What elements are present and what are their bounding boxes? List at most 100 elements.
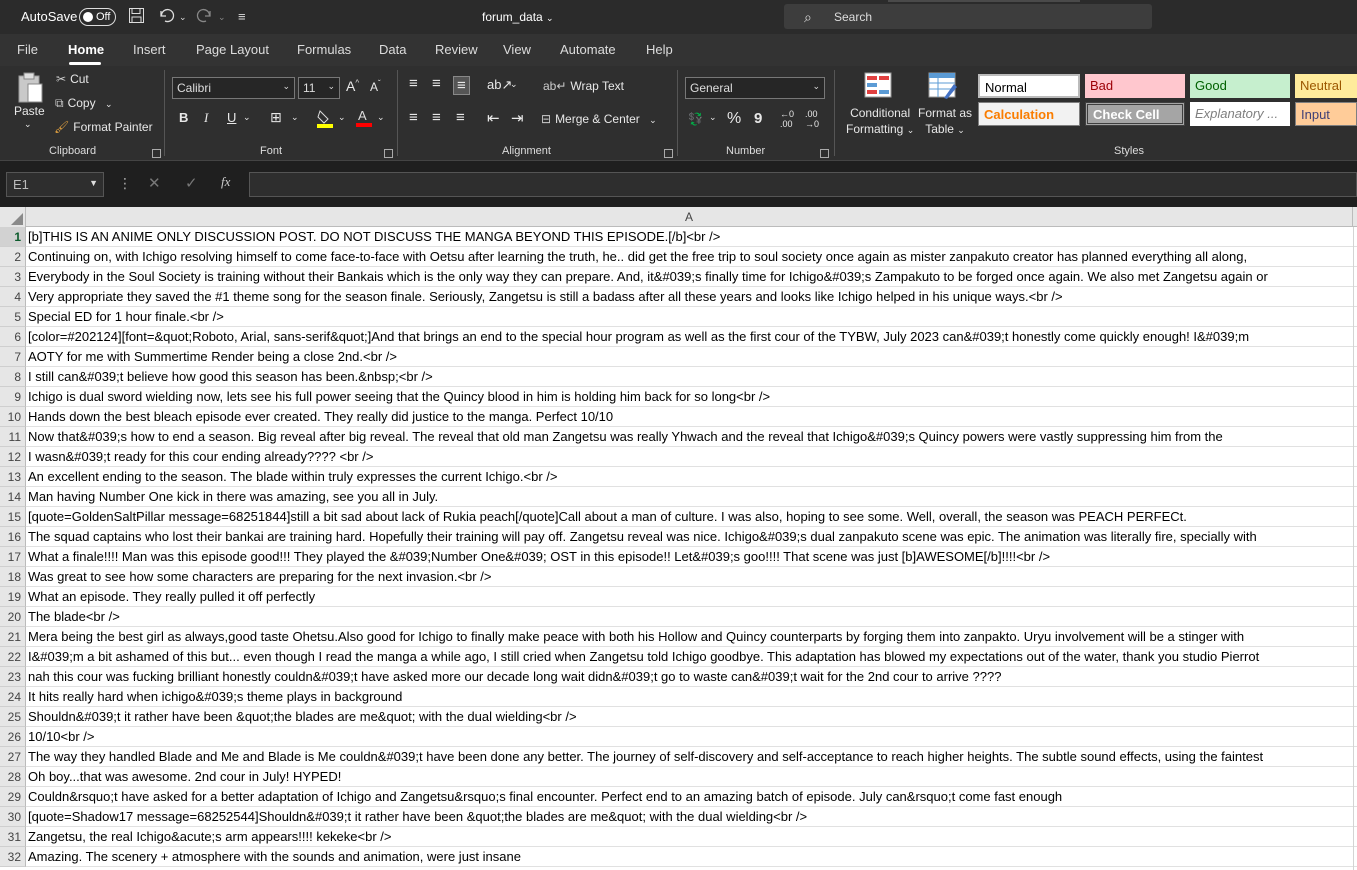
tab-file[interactable]: File	[17, 42, 38, 57]
style-input[interactable]: Input	[1295, 102, 1357, 126]
cell[interactable]: Now that&#039;s how to end a season. Big…	[28, 427, 1353, 447]
style-bad[interactable]: Bad	[1085, 74, 1185, 98]
row-number[interactable]: 10	[0, 407, 26, 427]
row-number[interactable]: 23	[0, 667, 26, 687]
borders-dropdown-icon[interactable]: ⌄	[291, 112, 299, 123]
cell[interactable]: Very appropriate they saved the #1 theme…	[28, 287, 1353, 307]
row-number[interactable]: 6	[0, 327, 26, 347]
row-number[interactable]: 30	[0, 807, 26, 827]
cell[interactable]: The squad captains who lost their bankai…	[28, 527, 1353, 547]
cell[interactable]: The way they handled Blade and Me and Bl…	[28, 747, 1353, 767]
search-box[interactable]: ⌕ Search	[784, 4, 1152, 29]
row-number[interactable]: 16	[0, 527, 26, 547]
fill-dropdown-icon[interactable]: ⌄	[338, 112, 346, 123]
row-number[interactable]: 15	[0, 507, 26, 527]
row-number[interactable]: 9	[0, 387, 26, 407]
merge-center-button[interactable]: ⊟ Merge & Center ⌄	[541, 112, 657, 126]
tab-insert[interactable]: Insert	[133, 42, 166, 57]
cell[interactable]: [b]THIS IS AN ANIME ONLY DISCUSSION POST…	[28, 227, 1353, 247]
font-launcher-icon[interactable]	[384, 149, 393, 158]
tab-page-layout[interactable]: Page Layout	[196, 42, 269, 57]
row-number[interactable]: 19	[0, 587, 26, 607]
name-box[interactable]: E1 ▼	[6, 172, 104, 197]
percent-button[interactable]: %	[727, 110, 741, 128]
decrease-decimal-icon[interactable]: .00 →0	[805, 109, 819, 129]
style-normal[interactable]: Normal	[978, 74, 1080, 98]
row-number[interactable]: 21	[0, 627, 26, 647]
increase-decimal-icon[interactable]: ←0.00	[780, 109, 794, 129]
more-options-icon[interactable]: ⋮	[118, 175, 132, 192]
cell[interactable]: 10/10<br />	[28, 727, 1353, 747]
number-launcher-icon[interactable]	[820, 149, 829, 158]
row-number[interactable]: 22	[0, 647, 26, 667]
cell[interactable]: Amazing. The scenery + atmosphere with t…	[28, 847, 1353, 867]
cell[interactable]: What a finale!!!! Man was this episode g…	[28, 547, 1353, 567]
increase-font-icon[interactable]: A^	[346, 78, 359, 94]
tab-view[interactable]: View	[503, 42, 531, 57]
row-number[interactable]: 4	[0, 287, 26, 307]
tab-formulas[interactable]: Formulas	[297, 42, 351, 57]
row-number[interactable]: 28	[0, 767, 26, 787]
select-all-button[interactable]	[0, 207, 26, 227]
cell[interactable]: [quote=Shadow17 message=68252544]Shouldn…	[28, 807, 1353, 827]
borders-icon[interactable]: ⊞	[270, 109, 282, 126]
tab-automate[interactable]: Automate	[560, 42, 616, 57]
cell[interactable]: I&#039;m a bit ashamed of this but... ev…	[28, 647, 1353, 667]
decrease-font-icon[interactable]: Aˇ	[370, 79, 381, 94]
conditional-formatting-button[interactable]: Conditional Formatting ⌄	[846, 105, 914, 138]
cell[interactable]: Special ED for 1 hour finale.<br />	[28, 307, 1353, 327]
save-icon[interactable]	[128, 7, 145, 29]
cell[interactable]: I still can&#039;t believe how good this…	[28, 367, 1353, 387]
font-size-select[interactable]: 11 ⌄	[298, 77, 340, 99]
row-number[interactable]: 11	[0, 427, 26, 447]
style-explanatory[interactable]: Explanatory ...	[1190, 102, 1290, 126]
increase-indent-icon[interactable]: ⇥	[511, 109, 524, 127]
currency-dropdown-icon[interactable]: ⌄	[709, 112, 717, 123]
bold-button[interactable]: B	[179, 110, 188, 125]
cell[interactable]: Couldn&rsquo;t have asked for a better a…	[28, 787, 1353, 807]
row-number[interactable]: 2	[0, 247, 26, 267]
number-format-select[interactable]: General ⌄	[685, 77, 825, 99]
cell[interactable]: I wasn&#039;t ready for this cour ending…	[28, 447, 1353, 467]
row-number[interactable]: 13	[0, 467, 26, 487]
paste-button[interactable]	[14, 72, 46, 107]
cell[interactable]: What an episode. They really pulled it o…	[28, 587, 1353, 607]
undo-dropdown-icon[interactable]: ⌄	[179, 12, 187, 23]
autosave-toggle[interactable]: Off	[79, 8, 116, 26]
cell[interactable]: Everybody in the Soul Society is trainin…	[28, 267, 1353, 287]
cut-button[interactable]: ✂ Cut	[56, 72, 89, 86]
cell[interactable]: It hits really hard when ichigo&#039;s t…	[28, 687, 1353, 707]
paste-dropdown-icon[interactable]: ⌄	[24, 119, 32, 130]
row-number[interactable]: 25	[0, 707, 26, 727]
insert-function-icon[interactable]: fx	[221, 174, 230, 190]
row-number[interactable]: 12	[0, 447, 26, 467]
row-number[interactable]: 31	[0, 827, 26, 847]
row-number[interactable]: 5	[0, 307, 26, 327]
copy-button[interactable]: ⧉ Copy ⌄	[55, 96, 112, 111]
cell[interactable]: Shouldn&#039;t it rather have been &quot…	[28, 707, 1353, 727]
formula-input[interactable]	[249, 172, 1357, 197]
alignment-launcher-icon[interactable]	[664, 149, 673, 158]
redo-dropdown-icon[interactable]: ⌄	[218, 12, 226, 23]
cell[interactable]: Continuing on, with Ichigo resolving him…	[28, 247, 1353, 267]
cell[interactable]: Hands down the best bleach episode ever …	[28, 407, 1353, 427]
align-center-icon[interactable]: ≡	[432, 109, 441, 126]
currency-icon[interactable]: 💱	[688, 112, 703, 126]
row-number[interactable]: 3	[0, 267, 26, 287]
style-check-cell[interactable]: Check Cell	[1085, 102, 1185, 126]
row-number[interactable]: 20	[0, 607, 26, 627]
cell[interactable]: Oh boy...that was awesome. 2nd cour in J…	[28, 767, 1353, 787]
cell[interactable]: AOTY for me with Summertime Render being…	[28, 347, 1353, 367]
cell[interactable]: An excellent ending to the season. The b…	[28, 467, 1353, 487]
row-number[interactable]: 7	[0, 347, 26, 367]
style-neutral[interactable]: Neutral	[1295, 74, 1357, 98]
paste-label[interactable]: Paste	[14, 104, 45, 118]
wrap-text-button[interactable]: ab↵ Wrap Text	[543, 79, 624, 93]
tab-review[interactable]: Review	[435, 42, 478, 57]
underline-dropdown-icon[interactable]: ⌄	[243, 112, 251, 123]
row-number[interactable]: 27	[0, 747, 26, 767]
orientation-icon[interactable]: ab↗	[487, 77, 512, 93]
redo-icon[interactable]	[196, 7, 214, 29]
format-as-table-icon[interactable]	[928, 72, 958, 103]
style-calculation[interactable]: Calculation	[978, 102, 1080, 126]
